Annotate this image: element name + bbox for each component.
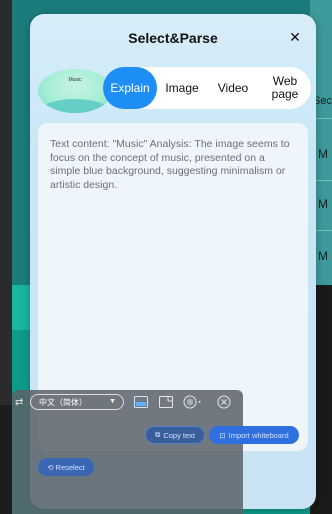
tab-image[interactable]: Image	[157, 67, 207, 109]
language-select[interactable]: 中文（简体） ▼	[30, 394, 124, 410]
dialog-title: Select&Parse	[128, 30, 218, 46]
reselect-button[interactable]: ⟲ Reselect	[38, 458, 94, 476]
tab-web-page[interactable]: Web page	[259, 67, 311, 109]
parse-mode-tabs: Explain Image Video Web page	[103, 67, 311, 109]
reselect-label: Reselect	[55, 462, 85, 472]
background-label: M	[318, 197, 328, 211]
chevron-down-icon: ▼	[109, 398, 116, 405]
thumbnail-label: Music	[68, 77, 82, 83]
copy-text-label: Copy text	[163, 430, 196, 440]
import-icon: ⊡	[219, 430, 226, 440]
tab-video[interactable]: Video	[207, 67, 259, 109]
copy-icon: ⧉	[154, 430, 161, 439]
tab-explain[interactable]: Explain	[103, 67, 157, 109]
thumbnail-wave	[38, 99, 112, 113]
language-label: 中文（简体）	[39, 397, 87, 407]
background-dark-left	[0, 405, 12, 514]
speech-icon[interactable]	[183, 394, 205, 410]
window-icon[interactable]	[158, 394, 174, 410]
translate-icon[interactable]	[133, 394, 149, 410]
background-label: M	[318, 249, 328, 263]
selection-thumbnail: Music	[38, 69, 112, 113]
import-whiteboard-label: Import whiteboard	[228, 430, 289, 440]
close-icon: ✕	[289, 28, 301, 45]
copy-text-button[interactable]: ⧉ Copy text	[145, 426, 205, 444]
close-circle-icon[interactable]	[216, 394, 232, 410]
analysis-text: Text content: "Music" Analysis: The imag…	[50, 138, 290, 191]
background-label: M	[318, 147, 328, 161]
import-whiteboard-button[interactable]: ⊡ Import whiteboard	[209, 426, 299, 444]
floating-toolbar: ⇄ 中文（简体） ▼	[12, 390, 243, 514]
reselect-icon: ⟲	[47, 462, 54, 472]
close-button[interactable]: ✕	[284, 26, 306, 48]
swap-icon[interactable]: ⇄	[15, 397, 23, 408]
